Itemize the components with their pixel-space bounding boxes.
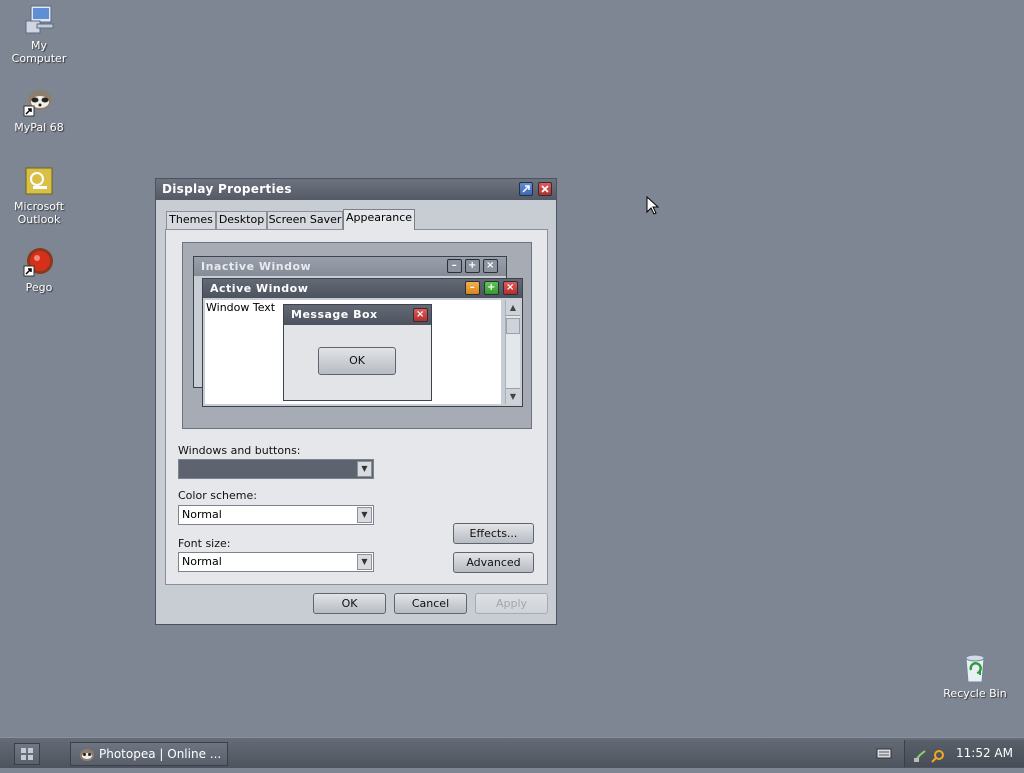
close-icon: ×: [503, 281, 518, 295]
start-button[interactable]: [14, 743, 40, 765]
ok-button[interactable]: OK: [313, 593, 386, 614]
icon-label: Microsoft: [13, 200, 65, 213]
raccoon-browser-icon: [23, 86, 55, 118]
minimize-icon: –: [447, 259, 462, 273]
preview-message-box: Message Box × OK: [283, 304, 432, 401]
close-icon: ×: [483, 259, 498, 273]
icon-label: My: [30, 39, 47, 52]
outlook-icon: [23, 165, 55, 197]
font-size-label: Font size:: [178, 537, 231, 550]
taskbar-item-photopea[interactable]: Photopea | Online ...: [70, 742, 228, 766]
desktop-icon-my-computer[interactable]: My Computer: [1, 4, 77, 65]
inactive-window-title: Inactive Window: [201, 260, 312, 273]
cancel-button[interactable]: Cancel: [394, 593, 467, 614]
taskbar: Photopea | Online ... 11:52 AM: [0, 737, 1024, 768]
active-window-title: Active Window: [210, 282, 309, 295]
scroll-thumb: [506, 318, 520, 334]
mouse-cursor-icon: [646, 195, 660, 219]
windows-buttons-label: Windows and buttons:: [178, 444, 301, 457]
help-button[interactable]: [519, 182, 533, 196]
icon-label: Pego: [25, 281, 53, 294]
message-box-title: Message Box: [291, 308, 378, 321]
network-icon[interactable]: [913, 746, 927, 773]
windows-buttons-select[interactable]: ▼: [178, 459, 374, 479]
desktop-icon-recycle-bin[interactable]: Recycle Bin: [937, 652, 1013, 700]
icon-label: Computer: [11, 52, 67, 65]
scroll-up-icon: ▲: [506, 300, 520, 316]
tab-screen-saver[interactable]: Screen Saver: [267, 211, 343, 229]
recycle-bin-icon: [959, 652, 991, 684]
color-scheme-label: Color scheme:: [178, 489, 257, 502]
dialog-titlebar[interactable]: Display Properties: [156, 179, 556, 200]
color-scheme-select[interactable]: Normal ▼: [178, 505, 374, 525]
desktop-icon-pego[interactable]: Pego: [1, 246, 77, 294]
start-grid-icon: [21, 748, 33, 760]
tab-themes[interactable]: Themes: [166, 211, 216, 229]
system-tray: 11:52 AM: [904, 740, 1024, 767]
taskbar-item-label: Photopea | Online ...: [99, 747, 222, 761]
advanced-button[interactable]: Advanced: [453, 552, 534, 573]
dialog-title: Display Properties: [162, 182, 292, 196]
desktop-icon-mypal[interactable]: MyPal 68: [1, 86, 77, 134]
close-icon: ×: [413, 308, 428, 322]
icon-label: Outlook: [17, 213, 61, 226]
scroll-down-icon: ▼: [506, 388, 520, 404]
computer-icon: [23, 4, 55, 36]
close-button[interactable]: [538, 182, 552, 196]
preview-ok-button: OK: [318, 347, 396, 375]
chevron-down-icon: ▼: [357, 507, 372, 523]
preview-scrollbar: ▲ ▼: [505, 300, 520, 404]
help-icon: [522, 185, 530, 193]
maximize-icon: +: [484, 281, 499, 295]
icon-label: Recycle Bin: [943, 687, 1007, 700]
close-icon: [541, 185, 549, 193]
minimize-icon: –: [465, 281, 480, 295]
tab-appearance[interactable]: Appearance: [343, 209, 415, 230]
window-text: Window Text: [206, 301, 276, 314]
apply-button[interactable]: Apply: [475, 593, 548, 614]
effects-button[interactable]: Effects...: [453, 523, 534, 544]
keyboard-icon[interactable]: [876, 747, 892, 762]
icon-label: MyPal 68: [14, 121, 64, 134]
font-size-select[interactable]: Normal ▼: [178, 552, 374, 572]
clock[interactable]: 11:52 AM: [956, 740, 1013, 767]
display-properties-dialog: Display Properties Themes Desktop Screen…: [155, 178, 557, 625]
appearance-preview: Inactive Window – + × Active Window – + …: [182, 242, 532, 429]
appearance-panel: Inactive Window – + × Active Window – + …: [165, 229, 548, 585]
chevron-down-icon: ▼: [357, 554, 372, 570]
tab-desktop[interactable]: Desktop: [216, 211, 267, 229]
pego-icon: [23, 246, 55, 278]
desktop-icon-outlook[interactable]: Microsoft Outlook: [1, 165, 77, 226]
search-icon[interactable]: [931, 746, 945, 773]
photopea-icon: [79, 747, 95, 765]
maximize-icon: +: [465, 259, 480, 273]
chevron-down-icon: ▼: [357, 461, 372, 477]
